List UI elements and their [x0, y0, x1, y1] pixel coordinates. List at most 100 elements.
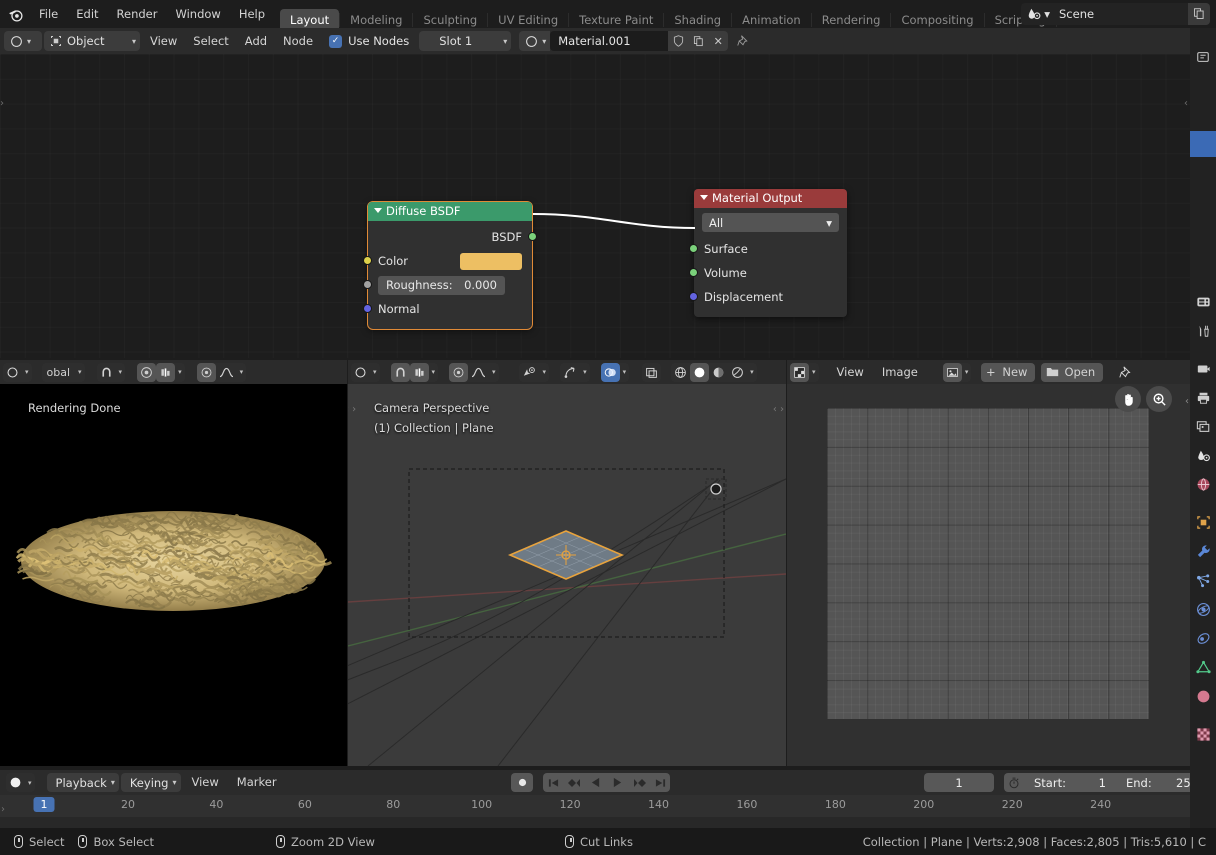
zoom-magnifier-icon[interactable]: [1146, 386, 1172, 412]
sidebar-expand-arrow-right[interactable]: ‹: [1184, 98, 1188, 109]
viewport-editor-icon[interactable]: [351, 363, 370, 382]
socket-volume-input[interactable]: [689, 268, 698, 277]
pin-icon[interactable]: [1116, 363, 1135, 382]
show-gizmo-group[interactable]: ▾: [518, 362, 550, 382]
top-menu-file[interactable]: File: [30, 0, 67, 28]
pin-icon[interactable]: [732, 31, 754, 51]
color-swatch[interactable]: [460, 252, 522, 270]
toolbar-expand-arrow[interactable]: ‹ ›: [348, 404, 356, 415]
output-printer-icon[interactable]: [1190, 383, 1216, 412]
copy-icon[interactable]: [1188, 3, 1210, 25]
image-editor-icon[interactable]: [3, 363, 22, 382]
node-material-output[interactable]: Material Output All ▾ Surface Volume Dis…: [689, 189, 847, 317]
object-data-triangle-icon[interactable]: [1190, 653, 1216, 682]
proportional-edit-icon[interactable]: [449, 362, 469, 382]
proportional-edit-group[interactable]: ▾: [449, 362, 499, 382]
socket-surface-input[interactable]: [689, 244, 698, 253]
image-menu-image[interactable]: Image: [873, 363, 927, 382]
snap-target-icon[interactable]: [409, 362, 429, 382]
top-menu-help[interactable]: Help: [230, 0, 274, 28]
blender-logo-icon[interactable]: [0, 0, 30, 28]
shading-material-preview-icon[interactable]: [709, 363, 728, 382]
proportional-edit-icon[interactable]: [137, 362, 157, 382]
properties-list-icon[interactable]: [1190, 287, 1216, 316]
timeline-menu-keying[interactable]: Keying ▾: [120, 773, 181, 792]
node-header[interactable]: Diffuse BSDF: [368, 202, 532, 221]
fake-user-icon[interactable]: [668, 31, 689, 51]
image-data-icon[interactable]: [942, 362, 962, 382]
properties-editor-type-icon[interactable]: [1190, 42, 1216, 71]
timeline-editor-icon[interactable]: [6, 773, 25, 792]
next-keyframe-icon[interactable]: [629, 773, 650, 792]
top-menu-edit[interactable]: Edit: [67, 0, 107, 28]
uv-canvas[interactable]: ‹: [787, 384, 1190, 766]
scene-icon-dropdown[interactable]: ▾: [1021, 3, 1053, 25]
proportional-falloff-icon[interactable]: [156, 362, 176, 382]
node-diffuse-bsdf[interactable]: Diffuse BSDF BSDF Color Roughness: 0.000…: [363, 201, 537, 330]
shader-type-dropdown[interactable]: Object ▾: [44, 31, 140, 51]
viewport-shading-group[interactable]: [642, 362, 662, 382]
particles-icon[interactable]: [1190, 566, 1216, 595]
uv-image-area[interactable]: [827, 408, 1149, 719]
material-name-field[interactable]: Material.001: [550, 31, 669, 51]
editor-type-selector[interactable]: ▾: [3, 362, 32, 382]
render-camera-icon[interactable]: [1190, 354, 1216, 383]
shading-mode-group[interactable]: ▾: [671, 362, 757, 382]
tool-icon[interactable]: [1190, 316, 1216, 345]
socket-displacement-input[interactable]: [689, 292, 698, 301]
sidebar-expand-arrow-left[interactable]: ›: [0, 98, 4, 109]
xray-toggle-icon[interactable]: [600, 362, 620, 382]
uv-editor-icon[interactable]: [790, 362, 809, 382]
node-menu-view[interactable]: View: [142, 30, 185, 52]
snap-group[interactable]: ▾: [390, 362, 439, 382]
falloff-curve-icon[interactable]: [216, 363, 237, 382]
collapse-triangle-icon[interactable]: [700, 195, 708, 200]
socket-color-input[interactable]: [363, 256, 372, 265]
gizmo-eye-icon[interactable]: [519, 363, 540, 382]
show-overlays-group[interactable]: ▾: [560, 362, 590, 382]
shading-wireframe-icon[interactable]: [671, 363, 690, 382]
material-slot-dropdown[interactable]: Slot 1 ▾: [419, 31, 512, 51]
snap-group[interactable]: ▾: [96, 362, 126, 382]
texture-checker-icon[interactable]: [1190, 720, 1216, 749]
editor-type-selector[interactable]: ▾: [351, 362, 380, 382]
constraint-icon[interactable]: [1190, 624, 1216, 653]
overlay-dot-icon[interactable]: [196, 362, 216, 382]
render-region-icon[interactable]: [642, 363, 661, 382]
scene-cone-icon[interactable]: [1190, 441, 1216, 470]
viewport-3d-canvas[interactable]: Camera Perspective (1) Collection | Plan…: [348, 384, 786, 766]
shading-rendered-icon[interactable]: [728, 363, 747, 382]
top-menu-render[interactable]: Render: [108, 0, 167, 28]
overlay-arrow-icon[interactable]: [560, 363, 580, 382]
editor-type-selector[interactable]: ▾: [790, 362, 819, 382]
stopwatch-icon[interactable]: [1004, 773, 1024, 792]
object-square-icon[interactable]: [1190, 508, 1216, 537]
play-reverse-icon[interactable]: [584, 773, 606, 792]
image-menu-view[interactable]: View: [828, 363, 873, 382]
new-image-button[interactable]: + New: [981, 362, 1036, 382]
material-browse-dropdown[interactable]: ▾: [519, 31, 551, 51]
node-canvas[interactable]: Diffuse BSDF BSDF Color Roughness: 0.000…: [0, 54, 1190, 383]
jump-to-start-icon[interactable]: [543, 773, 563, 792]
image-browse-dropdown[interactable]: ▾: [942, 362, 972, 382]
open-image-button[interactable]: Open: [1041, 362, 1104, 382]
timeline-ruler[interactable]: 1 › ‹ 20406080100120140160180200220240: [0, 795, 1216, 817]
new-material-icon[interactable]: [688, 31, 709, 51]
timeline-menu-marker[interactable]: Marker: [228, 773, 286, 792]
transform-orientation-dropdown[interactable]: obal ▾: [41, 362, 85, 382]
socket-roughness-input[interactable]: [363, 280, 372, 289]
world-globe-icon[interactable]: [1190, 470, 1216, 499]
roughness-value-field[interactable]: Roughness: 0.000: [378, 275, 505, 295]
top-menu-window[interactable]: Window: [166, 0, 229, 28]
channels-expand-arrow[interactable]: ›: [1, 804, 5, 815]
previous-keyframe-icon[interactable]: [563, 773, 584, 792]
view-layer-images-icon[interactable]: [1190, 412, 1216, 441]
target-dropdown[interactable]: All ▾: [702, 213, 839, 232]
hand-pan-icon[interactable]: [1115, 386, 1141, 412]
socket-bsdf-output[interactable]: [528, 232, 537, 241]
modifier-wrench-icon[interactable]: [1190, 537, 1216, 566]
timeline-menu-playback[interactable]: Playback ▾: [46, 773, 119, 792]
node-menu-node[interactable]: Node: [275, 30, 321, 52]
timeline-strip[interactable]: [0, 817, 1216, 828]
properties-tab-active-highlight[interactable]: [1190, 131, 1216, 157]
